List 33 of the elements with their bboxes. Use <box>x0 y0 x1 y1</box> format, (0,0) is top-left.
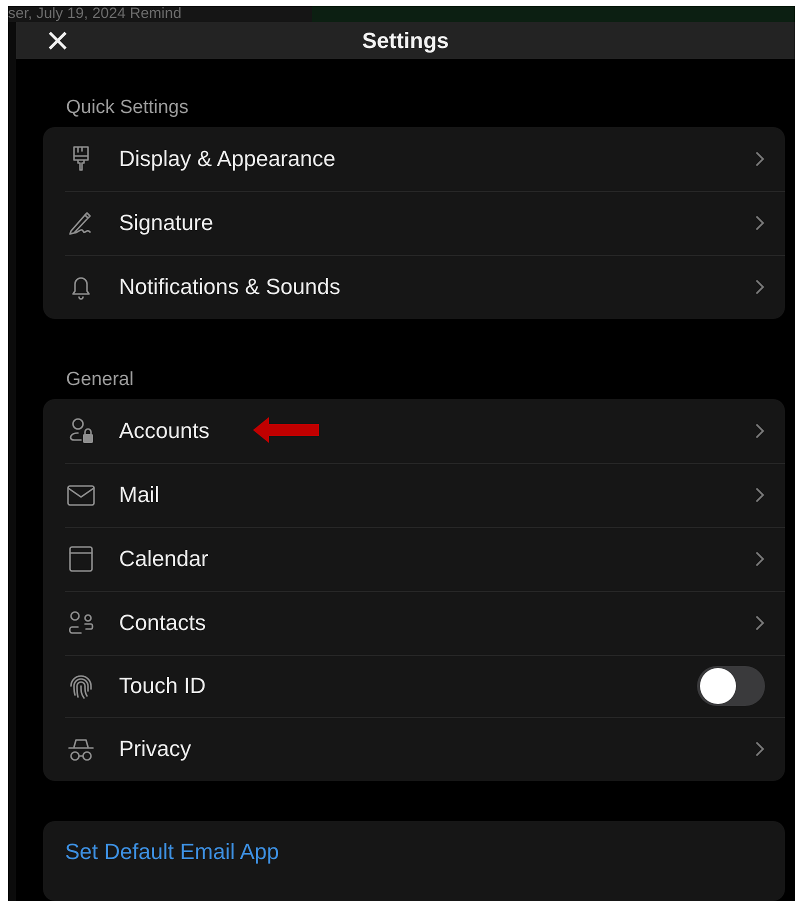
chevron-icon <box>755 551 765 567</box>
settings-row[interactable]: Display & Appearance <box>43 127 785 191</box>
settings-row[interactable]: Contacts <box>43 591 785 655</box>
row-label: Privacy <box>119 736 192 762</box>
background-text: ser, July 19, 2024 Remind <box>8 6 182 22</box>
settings-row[interactable]: Touch ID <box>43 655 785 717</box>
default-email-link[interactable]: Set Default Email App <box>65 839 280 864</box>
row-label: Contacts <box>119 610 206 636</box>
chevron-icon <box>755 741 765 757</box>
chevron-icon <box>755 279 765 295</box>
settings-row[interactable]: Notifications & Sounds <box>43 255 785 319</box>
section-title: General <box>66 369 135 391</box>
section-title: Quick Settings <box>66 97 190 119</box>
row-label: Calendar <box>119 546 208 572</box>
row-label: Accounts <box>119 418 210 444</box>
chevron-icon <box>755 615 765 631</box>
settings-row[interactable]: Mail <box>43 463 785 527</box>
row-label: Touch ID <box>119 673 206 699</box>
settings-row[interactable]: Privacy <box>43 717 785 781</box>
chevron-icon <box>755 151 765 167</box>
chevron-icon <box>755 215 765 231</box>
chevron-icon <box>755 487 765 503</box>
toggle-switch[interactable] <box>697 666 765 706</box>
chevron-icon <box>755 423 765 439</box>
row-label: Display & Appearance <box>119 146 336 172</box>
close-button[interactable]: × <box>42 24 74 58</box>
settings-row[interactable]: Calendar <box>43 527 785 591</box>
row-label: Notifications & Sounds <box>119 274 340 300</box>
sheet-title: Settings <box>362 28 449 54</box>
row-label: Mail <box>119 482 160 508</box>
settings-row[interactable]: Signature <box>43 191 785 255</box>
row-label: Signature <box>119 210 214 236</box>
settings-row[interactable]: Accounts <box>43 399 785 463</box>
